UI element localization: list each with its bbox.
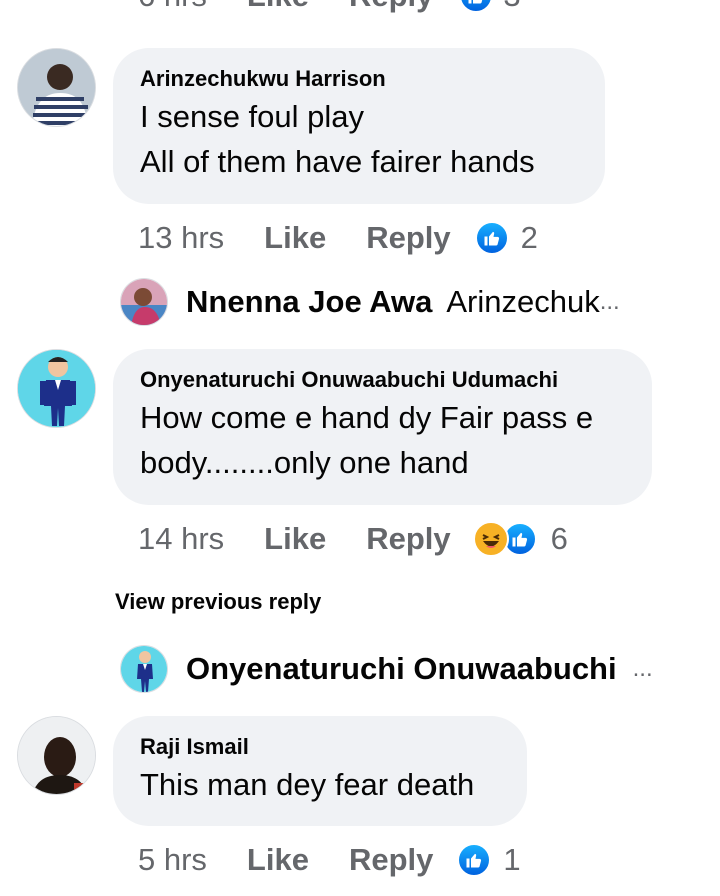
like-button[interactable]: Like xyxy=(247,842,309,878)
like-button[interactable]: Like xyxy=(264,220,326,256)
view-previous-reply-link[interactable]: View previous reply xyxy=(115,589,321,615)
reply-author[interactable]: Nnenna Joe Awa xyxy=(186,284,432,320)
profile-photo xyxy=(121,646,167,692)
reply-ellipsis: ... xyxy=(599,288,620,315)
comment-text-line: This man dey fear death xyxy=(140,767,475,802)
profile-photo xyxy=(18,717,95,794)
haha-reaction-icon xyxy=(472,521,509,557)
comment-bubble[interactable]: Raji Ismail This man dey fear death xyxy=(113,716,527,826)
profile-photo xyxy=(18,49,95,126)
reply-preview[interactable]: Nnenna Joe Awa Arinzechuk ... xyxy=(120,278,620,326)
reaction-icons xyxy=(472,521,537,557)
avatar[interactable] xyxy=(17,349,96,428)
top-comment-actions: 6 hrs Like Reply 3 xyxy=(138,0,521,14)
comment-actions: 14 hrs Like Reply 6 xyxy=(138,521,568,557)
reaction-count: 1 xyxy=(503,842,521,877)
profile-photo xyxy=(121,279,167,325)
profile-photo xyxy=(18,350,95,427)
comment-time: 13 hrs xyxy=(138,220,225,255)
reply-button[interactable]: Reply xyxy=(349,0,433,14)
comment-time: 14 hrs xyxy=(138,521,225,556)
comment-text-line: I sense foul play xyxy=(140,99,365,134)
reply-snippet: Arinzechuk xyxy=(446,284,600,319)
comment-actions: 5 hrs Like Reply 1 xyxy=(138,842,521,878)
avatar[interactable] xyxy=(17,716,96,795)
comment-actions: 13 hrs Like Reply 2 xyxy=(138,220,538,256)
avatar xyxy=(120,645,168,693)
comment-bubble[interactable]: Arinzechukwu Harrison I sense foul play … xyxy=(113,48,605,204)
comment-text-line: All of them have fairer hands xyxy=(140,144,535,179)
comment-time: 6 hrs xyxy=(138,0,207,14)
reaction-count: 2 xyxy=(520,220,538,255)
reply-preview[interactable]: Onyenaturuchi Onuwaabuchi ... xyxy=(120,645,653,693)
comment-author[interactable]: Raji Ismail xyxy=(140,732,499,762)
avatar[interactable] xyxy=(17,48,96,127)
like-button[interactable]: Like xyxy=(247,0,309,14)
like-button[interactable]: Like xyxy=(264,521,326,557)
reply-ellipsis: ... xyxy=(632,655,653,682)
reaction-count: 3 xyxy=(503,0,520,14)
reply-button[interactable]: Reply xyxy=(349,842,433,878)
reply-button[interactable]: Reply xyxy=(366,220,450,256)
comment-text-line: How come e hand dy Fair pass e xyxy=(140,400,594,435)
reply-button[interactable]: Reply xyxy=(366,521,450,557)
like-reaction-icon xyxy=(459,0,494,13)
comment-bubble[interactable]: Onyenaturuchi Onuwaabuchi Udumachi How c… xyxy=(113,349,652,505)
comment-text-line: body........only one hand xyxy=(140,445,469,480)
comment-author[interactable]: Arinzechukwu Harrison xyxy=(140,64,577,94)
comment-time: 5 hrs xyxy=(138,842,207,877)
avatar xyxy=(120,278,168,326)
comment-author[interactable]: Onyenaturuchi Onuwaabuchi Udumachi xyxy=(140,365,624,395)
reply-author[interactable]: Onyenaturuchi Onuwaabuchi xyxy=(186,651,617,687)
reaction-count: 6 xyxy=(550,521,568,556)
like-reaction-icon xyxy=(457,843,492,877)
like-reaction-icon xyxy=(474,221,509,255)
